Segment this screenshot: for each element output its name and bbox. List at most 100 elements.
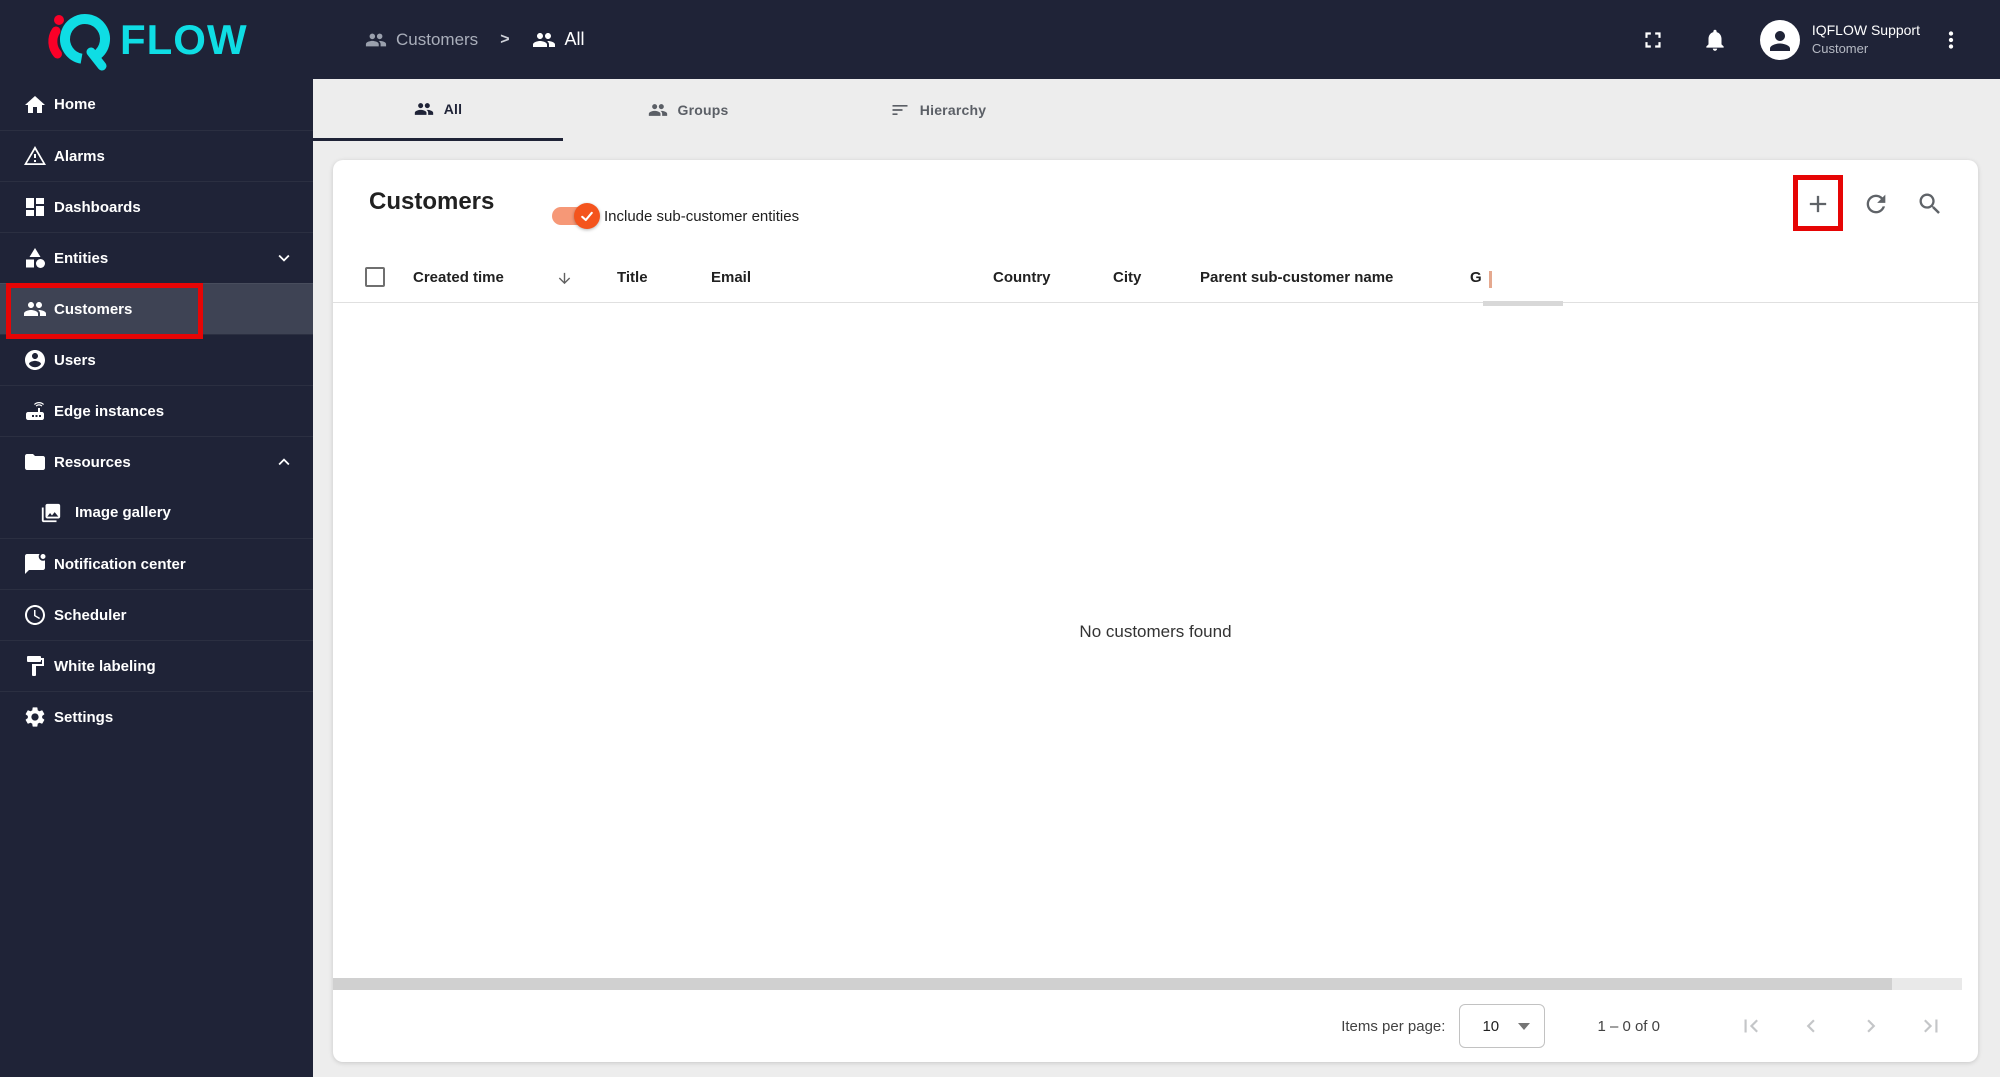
customers-group-icon <box>365 29 387 51</box>
alarm-warning-icon <box>23 144 47 168</box>
router-icon <box>23 399 47 423</box>
fullscreen-icon[interactable] <box>1640 27 1666 53</box>
sidebar-item-label: Settings <box>54 708 114 726</box>
sidebar-item-dashboards[interactable]: Dashboards <box>0 181 313 232</box>
breadcrumb-label: Customers <box>396 29 479 49</box>
sidebar-item-alarms[interactable]: Alarms <box>0 130 313 181</box>
home-icon <box>23 93 47 117</box>
tab-label: Groups <box>677 102 729 118</box>
truncated-column-caret <box>1489 271 1492 288</box>
tab-hierarchy[interactable]: Hierarchy <box>813 79 1063 141</box>
sidebar-item-label: Customers <box>54 300 133 318</box>
sidebar-item-users[interactable]: Users <box>0 334 313 385</box>
notification-center-icon <box>23 552 47 576</box>
sidebar-item-label: Scheduler <box>54 606 127 624</box>
tab-label: All <box>443 100 463 117</box>
items-per-page-label: Items per page: <box>1341 1017 1446 1035</box>
sidebar-item-image-gallery[interactable]: Image gallery <box>0 487 313 538</box>
entities-category-icon <box>23 246 47 270</box>
sidebar-item-entities[interactable]: Entities <box>0 232 313 283</box>
column-header-city[interactable]: City <box>1113 269 1141 286</box>
chevron-down-icon <box>273 247 295 269</box>
sidebar-item-label: Alarms <box>54 147 105 165</box>
user-info: IQFLOW Support Customer <box>1812 21 1920 57</box>
sidebar-item-label: Edge instances <box>54 402 165 420</box>
items-per-page-value: 10 <box>1482 1017 1500 1035</box>
page-title: Customers <box>369 188 495 215</box>
last-page-button[interactable] <box>1918 1013 1944 1039</box>
breadcrumb-label: All <box>564 29 585 49</box>
user-role: Customer <box>1811 41 1869 57</box>
toggle-thumb <box>574 203 600 229</box>
iqflow-logo-icon <box>44 9 118 71</box>
horizontal-scrollbar-track[interactable] <box>333 978 1962 990</box>
include-sub-customers-toggle[interactable] <box>552 203 600 229</box>
sidebar-item-scheduler[interactable]: Scheduler <box>0 589 313 640</box>
breadcrumb: Customers > All <box>365 28 585 52</box>
column-header-parent-sub-customer[interactable]: Parent sub-customer name <box>1200 269 1393 286</box>
column-header-country[interactable]: Country <box>993 269 1051 286</box>
refresh-button[interactable] <box>1862 190 1890 218</box>
notifications-bell-icon[interactable] <box>1702 27 1728 53</box>
breadcrumb-separator: > <box>500 30 510 48</box>
user-avatar[interactable] <box>1759 19 1800 60</box>
search-icon[interactable] <box>1916 190 1944 218</box>
dashboards-icon <box>23 195 47 219</box>
folder-icon <box>23 450 47 474</box>
first-page-button[interactable] <box>1738 1013 1764 1039</box>
tab-groups[interactable]: Groups <box>563 79 813 141</box>
column-header-groups-truncated[interactable]: G <box>1470 269 1482 286</box>
toggle-label: Include sub-customer entities <box>604 208 800 225</box>
tab-all[interactable]: All <box>313 79 563 141</box>
breadcrumb-item-all[interactable]: All <box>532 28 585 52</box>
sidebar-item-notification-center[interactable]: Notification center <box>0 538 313 589</box>
all-group-icon <box>532 28 556 52</box>
sidebar-item-label: Image gallery <box>75 504 171 521</box>
paginator: Items per page: 10 1 – 0 of 0 <box>333 990 1978 1062</box>
column-header-created-time[interactable]: Created time <box>413 269 504 286</box>
previous-page-button[interactable] <box>1798 1013 1824 1039</box>
user-name: IQFLOW Support <box>1811 22 1920 39</box>
column-header-title[interactable]: Title <box>617 269 648 286</box>
app-logo[interactable]: FLOW <box>0 9 313 71</box>
horizontal-scrollbar-thumb[interactable] <box>333 978 1892 990</box>
gear-icon <box>23 705 47 729</box>
group-icon <box>414 99 434 119</box>
sidebar-item-label: Users <box>54 351 96 369</box>
top-bar-actions: IQFLOW Support Customer <box>1640 19 2000 60</box>
image-gallery-icon <box>39 501 63 525</box>
paint-roller-icon <box>23 654 47 678</box>
breadcrumb-item-customers[interactable]: Customers <box>365 29 478 51</box>
sidebar-item-label: Resources <box>54 453 131 471</box>
sidebar-item-home[interactable]: Home <box>0 79 313 130</box>
clock-icon <box>23 603 47 627</box>
app-root: FLOW Customers > All IQFLOW Support Cust… <box>0 0 2000 1077</box>
sidebar-item-edge-instances[interactable]: Edge instances <box>0 385 313 436</box>
sidebar-item-label: Dashboards <box>54 198 141 216</box>
select-all-checkbox[interactable] <box>365 267 385 287</box>
next-page-button[interactable] <box>1858 1013 1884 1039</box>
more-menu-icon[interactable] <box>1938 27 1964 53</box>
entity-tabs: All Groups Hierarchy <box>313 79 2000 141</box>
chevron-up-icon <box>273 451 295 473</box>
customers-group-icon <box>23 297 47 321</box>
sidebar-item-label: Entities <box>54 249 109 267</box>
column-resize-indicator <box>1483 301 1563 306</box>
sidebar-item-resources[interactable]: Resources <box>0 436 313 487</box>
sidebar-item-settings[interactable]: Settings <box>0 691 313 742</box>
sidebar: Home Alarms Dashboards Entities Customer… <box>0 79 313 1077</box>
logo-wordmark: FLOW <box>120 15 248 63</box>
sort-descending-icon[interactable] <box>556 270 573 287</box>
hierarchy-sort-icon <box>890 100 910 120</box>
sidebar-item-label: Home <box>54 96 96 113</box>
items-per-page-select[interactable]: 10 <box>1459 1004 1546 1048</box>
paginator-range: 1 – 0 of 0 <box>1597 1017 1660 1035</box>
table-header-row: Created time Title Email Country City Pa… <box>333 255 1978 306</box>
tab-label: Hierarchy <box>919 102 987 118</box>
column-header-email[interactable]: Email <box>711 269 751 286</box>
sidebar-item-white-labeling[interactable]: White labeling <box>0 640 313 691</box>
sidebar-item-customers[interactable]: Customers <box>0 283 313 334</box>
dropdown-arrow-icon <box>1518 1022 1531 1030</box>
add-customer-button[interactable] <box>1804 190 1832 218</box>
sidebar-item-label: White labeling <box>54 657 156 675</box>
